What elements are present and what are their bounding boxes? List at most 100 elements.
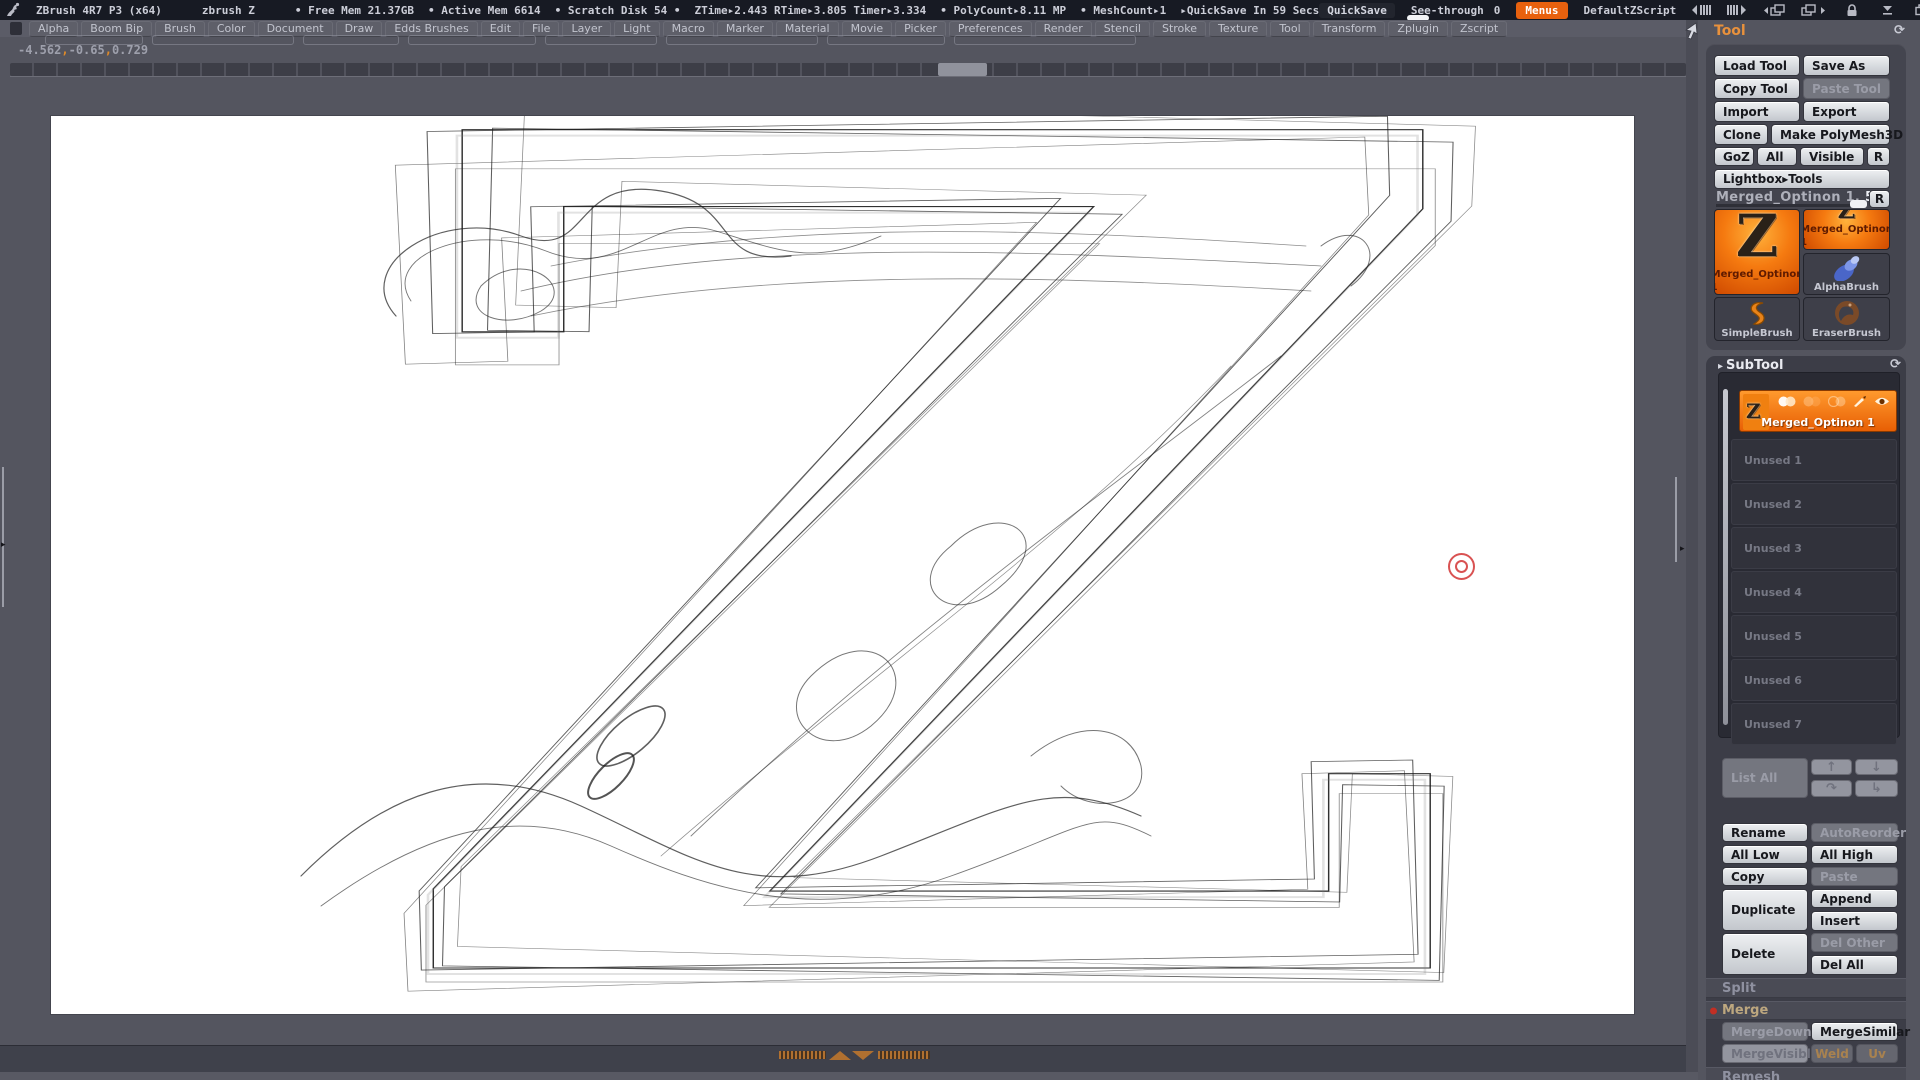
all-low-button[interactable]: All Low xyxy=(1722,845,1808,864)
goz-button[interactable]: GoZ xyxy=(1714,147,1754,166)
simplebrush-icon xyxy=(1744,299,1770,327)
tool-palette-restore-icon[interactable]: ⟳ xyxy=(1894,23,1905,38)
quicksave-button[interactable]: QuickSave xyxy=(1319,3,1395,18)
next-document-icon[interactable] xyxy=(1801,4,1825,17)
scroll-right-icon[interactable] xyxy=(1726,4,1747,16)
lightbox-tools-button[interactable]: Lightbox▸Tools xyxy=(1714,169,1890,189)
clone-button[interactable]: Clone xyxy=(1714,124,1768,145)
copy-tool-button[interactable]: Copy Tool xyxy=(1714,78,1800,99)
menu-item[interactable]: Texture xyxy=(1209,21,1267,37)
right-tray: Tool ⟳ Load Tool Save As Copy Tool Paste… xyxy=(1698,20,1920,1080)
subtool-copy-button[interactable]: Copy xyxy=(1722,867,1808,886)
menu-item[interactable]: Zplugin xyxy=(1388,21,1448,37)
subtool-unused-row[interactable]: Unused 4 xyxy=(1731,571,1897,613)
current-tool-slider-handle[interactable] xyxy=(1850,200,1867,208)
left-scrollbar[interactable] xyxy=(2,467,4,607)
left-tray-toggle-icon[interactable]: ▸ xyxy=(1,541,6,550)
menus-button[interactable]: Menus xyxy=(1516,2,1567,19)
remesh-section-header[interactable]: Remesh xyxy=(1706,1067,1906,1080)
right-tray-divider[interactable] xyxy=(1686,20,1698,1072)
subtool-unused-row[interactable]: Unused 2 xyxy=(1731,483,1897,525)
subtool-move-down-button[interactable]: ↓ xyxy=(1855,759,1898,775)
scroll-left-icon[interactable] xyxy=(1692,4,1713,16)
goz-visible-button[interactable]: Visible xyxy=(1800,147,1864,166)
tool-r-button[interactable]: R xyxy=(1869,190,1890,208)
merge-section-header[interactable]: Merge xyxy=(1706,1001,1906,1020)
prev-document-icon[interactable] xyxy=(1764,4,1788,17)
sculpt-brush-icon[interactable] xyxy=(1853,395,1867,407)
menu-item[interactable]: Transform xyxy=(1313,21,1386,37)
subtool-unused-row[interactable]: Unused 5 xyxy=(1731,615,1897,657)
alphabrush-name: AlphaBrush xyxy=(1814,281,1879,294)
append-button[interactable]: Append xyxy=(1811,889,1898,908)
default-zscript-button[interactable]: DefaultZScript xyxy=(1584,4,1677,17)
see-through-slider[interactable]: See-through 0 xyxy=(1411,4,1500,17)
export-button[interactable]: Export xyxy=(1803,101,1890,122)
horizontal-scrollbar[interactable] xyxy=(10,63,1686,76)
shelf-slot xyxy=(408,35,536,45)
coordinate-separator: , xyxy=(61,43,68,57)
document-canvas[interactable]: Z Z Z Z Z Z Z xyxy=(51,116,1634,1014)
lock-icon[interactable] xyxy=(1846,4,1858,17)
save-as-button[interactable]: Save As xyxy=(1803,55,1890,76)
title-bar: ZBrush 4R7 P3 (x64) zbrush Z • Free Mem … xyxy=(0,0,1920,20)
current-tool-slider-track[interactable] xyxy=(1716,204,1864,207)
subtool-move-up-button[interactable]: ↑ xyxy=(1811,759,1852,775)
restore-window-icon[interactable] xyxy=(1915,4,1920,16)
subtool-palette-title[interactable]: ▸SubTool xyxy=(1718,358,1783,373)
autoreorder-button: AutoReorder xyxy=(1811,823,1898,842)
active-tool-preview-z: Z xyxy=(1736,209,1778,268)
mask-icon[interactable] xyxy=(1828,396,1846,407)
minimize-icon[interactable] xyxy=(1881,4,1894,16)
right-scrollbar[interactable] xyxy=(1675,477,1677,562)
subtool-active-row[interactable]: Z xyxy=(1739,390,1897,432)
delete-button[interactable]: Delete xyxy=(1722,933,1808,975)
subtool-scrollbar[interactable] xyxy=(1723,389,1728,725)
simplebrush-tool-thumbnail[interactable]: SimpleBrush xyxy=(1714,297,1800,341)
list-all-button: List All xyxy=(1722,758,1808,798)
make-polymesh3d-button[interactable]: Make PolyMesh3D xyxy=(1771,124,1890,145)
load-tool-button[interactable]: Load Tool xyxy=(1714,55,1800,76)
polypaint-icon[interactable] xyxy=(1778,396,1796,407)
alphabrush-tool-thumbnail[interactable]: AlphaBrush xyxy=(1803,253,1890,295)
bottom-divider-texture[interactable] xyxy=(878,1051,930,1059)
duplicate-button[interactable]: Duplicate xyxy=(1722,889,1808,931)
rename-button[interactable]: Rename xyxy=(1722,823,1808,842)
tool-palette-title[interactable]: Tool xyxy=(1714,23,1746,39)
right-tray-toggle-icon[interactable]: ▸ xyxy=(1680,545,1685,554)
del-all-button[interactable]: Del All xyxy=(1811,955,1898,975)
tray-expand-up-icon[interactable] xyxy=(829,1051,851,1060)
mouse-cursor-icon xyxy=(1684,22,1698,40)
recent-tool-thumbnail[interactable]: Z Merged_Optinon 1 xyxy=(1803,209,1890,250)
split-section-header[interactable]: Split xyxy=(1706,978,1906,998)
eraserbrush-icon xyxy=(1833,299,1861,327)
horizontal-scrollbar-handle[interactable] xyxy=(938,63,987,76)
menu-item[interactable]: Tool xyxy=(1270,21,1309,37)
menu-item[interactable]: Zscript xyxy=(1451,21,1507,37)
subtool-unused-row[interactable]: Unused 6 xyxy=(1731,659,1897,701)
subtool-shift-up-button[interactable]: ↷ xyxy=(1811,780,1852,797)
subtool-unused-row[interactable]: Unused 3 xyxy=(1731,527,1897,569)
subtool-unused-slots: Unused 1Unused 2Unused 3Unused 4Unused 5… xyxy=(1731,439,1897,745)
tray-collapse-down-icon[interactable] xyxy=(852,1051,874,1060)
all-high-button[interactable]: All High xyxy=(1811,845,1898,864)
subtool-unused-row[interactable]: Unused 7 xyxy=(1731,703,1897,745)
palette-dock-icon[interactable] xyxy=(10,22,22,35)
goz-r-button[interactable]: R xyxy=(1867,147,1890,166)
eraserbrush-tool-thumbnail[interactable]: EraserBrush xyxy=(1803,297,1890,341)
menu-item[interactable]: Stroke xyxy=(1153,21,1206,37)
shelf-slot xyxy=(954,35,1136,45)
eye-visibility-icon[interactable] xyxy=(1874,396,1890,407)
subtool-shift-down-button[interactable]: ↳ xyxy=(1855,780,1898,797)
active-tool-thumbnail[interactable]: Z Merged_Optinon 1 xyxy=(1714,209,1800,295)
insert-button[interactable]: Insert xyxy=(1811,911,1898,931)
goz-all-button[interactable]: All xyxy=(1757,147,1797,166)
subtool-refresh-icon[interactable]: ⟳ xyxy=(1890,357,1901,372)
mergesimilar-button[interactable]: MergeSimilar xyxy=(1811,1022,1898,1041)
subtool-unused-row[interactable]: Unused 1 xyxy=(1731,439,1897,481)
bottom-divider-texture[interactable] xyxy=(779,1051,826,1059)
import-button[interactable]: Import xyxy=(1714,101,1800,122)
shading-icon[interactable] xyxy=(1803,396,1821,407)
zbrush-logo-icon xyxy=(4,2,22,18)
uv-button: Uv xyxy=(1856,1044,1898,1063)
